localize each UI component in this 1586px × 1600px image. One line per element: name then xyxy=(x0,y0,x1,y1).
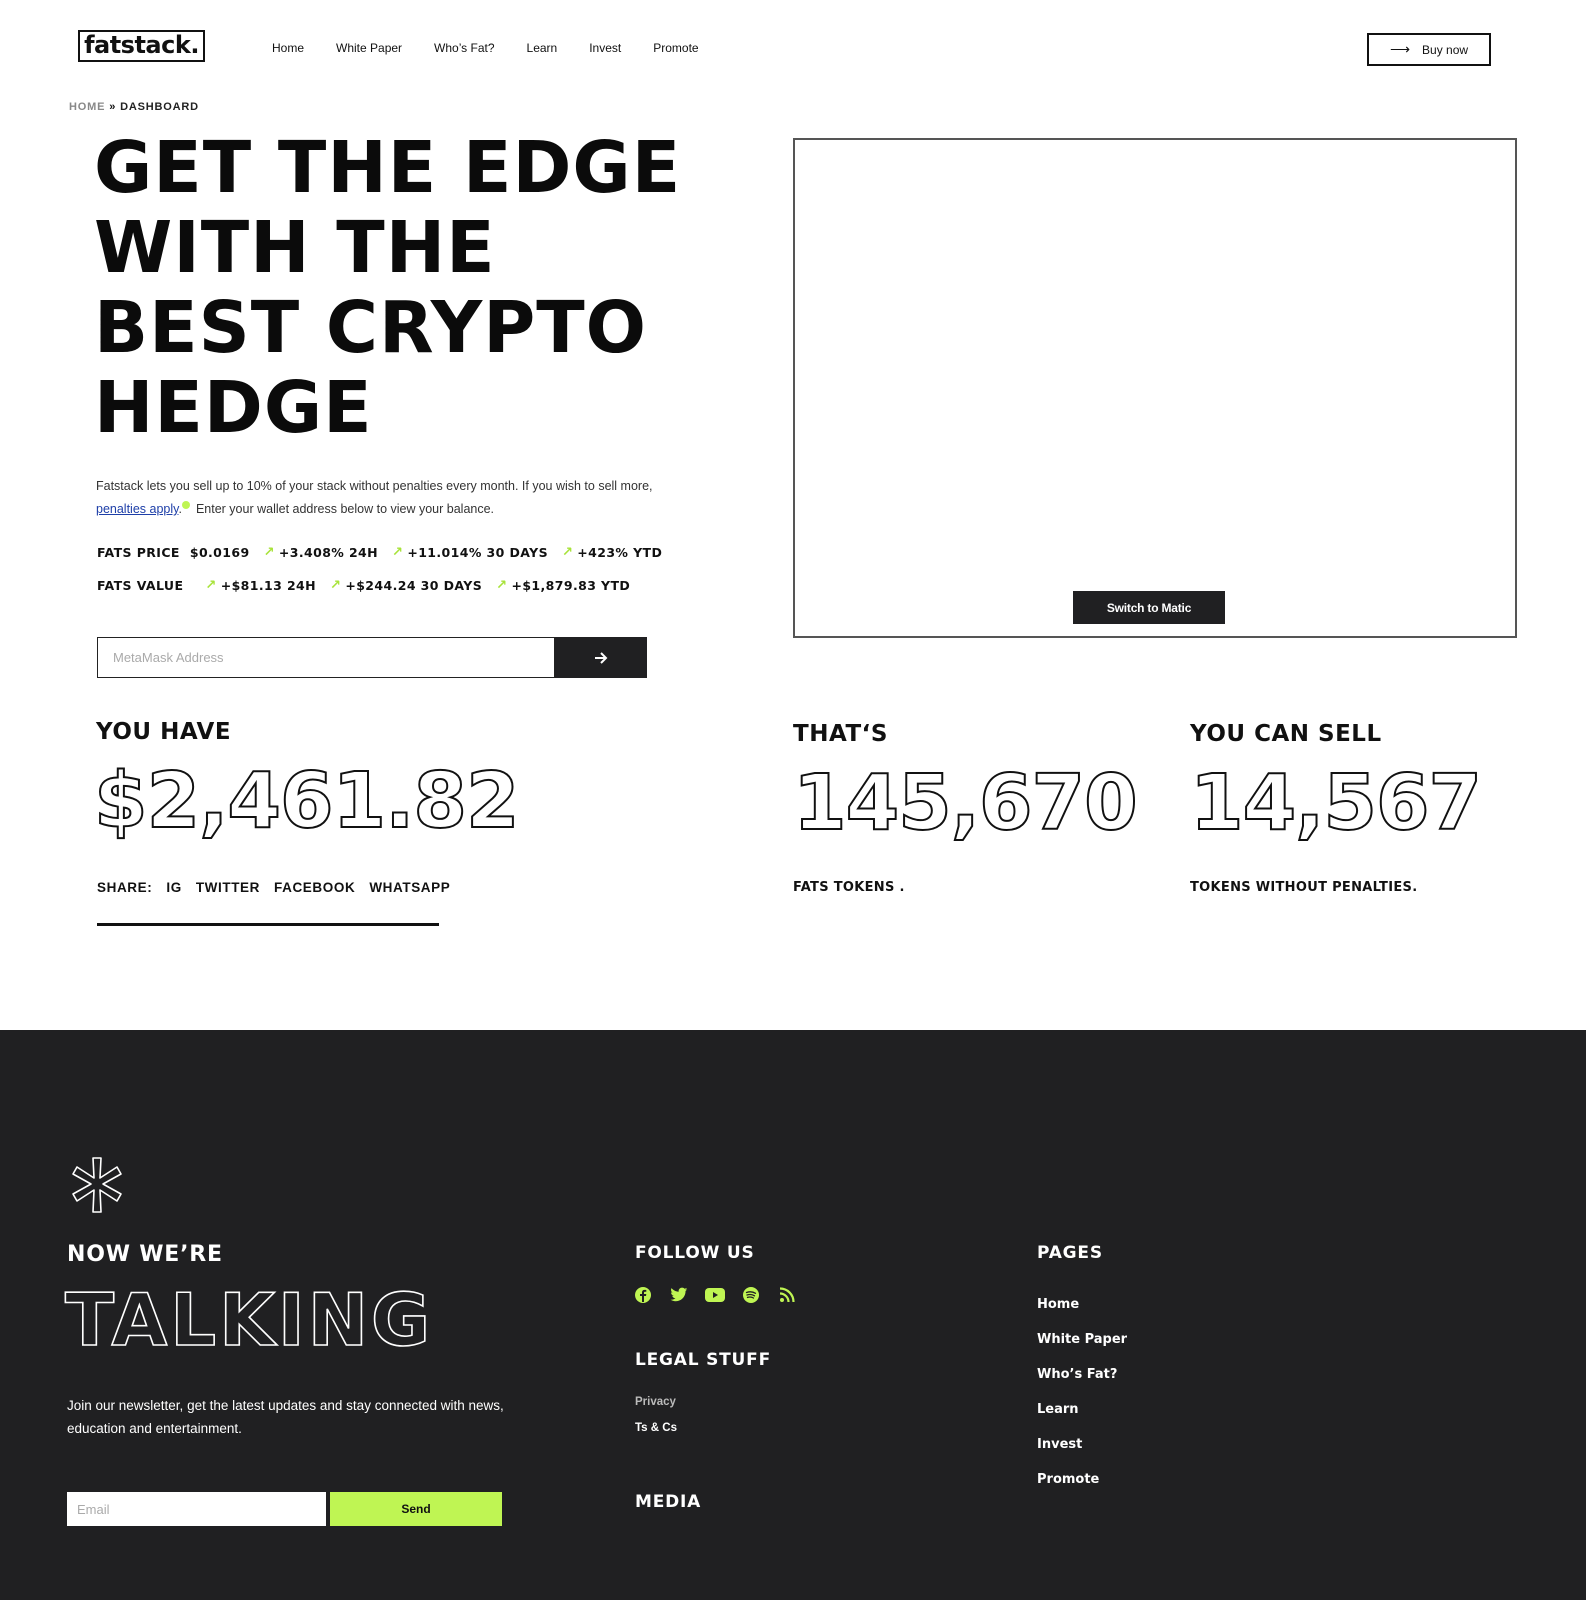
nav-invest[interactable]: Invest xyxy=(589,41,621,55)
footer-link-promote[interactable]: Promote xyxy=(1037,1472,1099,1487)
pages-heading: PAGES xyxy=(1037,1243,1103,1263)
share-facebook-link[interactable]: FACEBOOK xyxy=(274,880,355,895)
footer: NOW WE’RE TALKING Join our newsletter, g… xyxy=(0,1030,1586,1600)
info-dot-icon[interactable] xyxy=(181,501,190,509)
share-bar: SHARE: IG TWITTER FACEBOOK WHATSAPP xyxy=(97,880,464,895)
newsletter-send-button[interactable]: Send xyxy=(330,1492,502,1526)
title-line: WITH THE xyxy=(94,206,496,289)
share-ig-link[interactable]: IG xyxy=(166,880,181,895)
facebook-icon[interactable] xyxy=(633,1285,653,1305)
breadcrumb-current: DASHBOARD xyxy=(120,101,199,113)
buy-now-label: Buy now xyxy=(1422,42,1469,57)
talking-heading: TALKING xyxy=(64,1278,434,1362)
sellable-count: 14,567 xyxy=(1189,758,1483,849)
footer-link-learn[interactable]: Learn xyxy=(1037,1402,1079,1417)
newsletter-email-input[interactable] xyxy=(67,1492,326,1526)
intro-text: Fatstack lets you sell up to 10% of your… xyxy=(96,475,656,521)
nav-whos-fat[interactable]: Who’s Fat? xyxy=(434,41,494,55)
spotify-icon[interactable] xyxy=(741,1285,761,1305)
value-change-ytd: +$1,879.83 YTD xyxy=(511,578,631,593)
nav-white-paper[interactable]: White Paper xyxy=(336,41,402,55)
newsletter-text: Join our newsletter, get the latest upda… xyxy=(67,1398,504,1436)
arrow-up-right-icon: ↗ xyxy=(392,545,404,560)
intro-before-link: Fatstack lets you sell up to 10% of your… xyxy=(96,479,653,493)
metamask-address-input[interactable] xyxy=(97,637,555,678)
value-change-30d: +$244.24 30 DAYS xyxy=(345,578,483,593)
token-count: 145,670 xyxy=(792,758,1139,849)
legal-heading: LEGAL STUFF xyxy=(635,1350,771,1370)
arrow-up-right-icon: ↗ xyxy=(330,578,342,593)
footer-link-whos-fat[interactable]: Who’s Fat? xyxy=(1037,1367,1117,1382)
switch-to-matic-button[interactable]: Switch to Matic xyxy=(1073,591,1225,624)
nav-home[interactable]: Home xyxy=(272,41,304,55)
arrow-right-icon xyxy=(595,651,608,664)
price-change-30d: +11.014% 30 DAYS xyxy=(407,545,548,560)
title-line: HEDGE xyxy=(94,366,373,449)
price-label: FATS PRICE xyxy=(97,545,180,560)
asterisk-icon xyxy=(72,1157,122,1213)
privacy-link[interactable]: Privacy xyxy=(635,1396,676,1408)
breadcrumb: HOME » DASHBOARD xyxy=(69,101,199,113)
arrow-up-right-icon: ↗ xyxy=(496,578,508,593)
now-were-heading: NOW WE’RE xyxy=(67,1242,223,1267)
penalties-link[interactable]: penalties apply xyxy=(96,502,178,516)
you-have-label: YOU HAVE xyxy=(96,719,232,745)
buy-now-button[interactable]: ⟶ Buy now xyxy=(1367,33,1491,66)
you-can-sell-label: YOU CAN SELL xyxy=(1190,721,1382,747)
footer-link-white-paper[interactable]: White Paper xyxy=(1037,1332,1127,1347)
nav-promote[interactable]: Promote xyxy=(653,41,698,55)
share-underline xyxy=(97,923,439,926)
rss-icon[interactable] xyxy=(777,1285,797,1305)
social-links xyxy=(633,1285,813,1305)
value-label: FATS VALUE xyxy=(97,578,184,593)
arrow-right-icon: ⟶ xyxy=(1389,41,1411,57)
swap-widget-frame[interactable] xyxy=(793,138,1517,638)
title-line: BEST CRYPTO xyxy=(94,286,648,369)
value-change-24h: +$81.13 24H xyxy=(220,578,317,593)
media-heading: MEDIA xyxy=(635,1492,702,1512)
terms-link[interactable]: Ts & Cs xyxy=(635,1422,677,1434)
price-change-24h: +3.408% 24H xyxy=(278,545,379,560)
sellable-caption: TOKENS WITHOUT PENALTIES. xyxy=(1190,880,1418,895)
logo[interactable]: fatstack. xyxy=(78,30,205,62)
arrow-up-right-icon: ↗ xyxy=(205,578,217,593)
title-line: GET THE EDGE xyxy=(94,126,682,209)
twitter-icon[interactable] xyxy=(669,1285,689,1305)
price-value: $0.0169 xyxy=(189,545,250,560)
price-stats: FATS PRICE $0.0169 ↗ +3.408% 24H ↗ +11.0… xyxy=(97,545,668,560)
youtube-icon[interactable] xyxy=(705,1285,725,1305)
share-whatsapp-link[interactable]: WHATSAPP xyxy=(369,880,450,895)
main-nav: Home White Paper Who’s Fat? Learn Invest… xyxy=(272,41,731,55)
arrow-up-right-icon: ↗ xyxy=(561,545,574,560)
nav-learn[interactable]: Learn xyxy=(527,41,558,55)
share-label: SHARE: xyxy=(97,880,153,895)
submit-address-button[interactable] xyxy=(555,637,647,678)
follow-us-heading: FOLLOW US xyxy=(635,1243,755,1263)
page-title: GET THE EDGE WITH THE BEST CRYPTO HEDGE xyxy=(94,128,794,448)
breadcrumb-separator: » xyxy=(109,101,117,113)
intro-tail: Enter your wallet address below to view … xyxy=(195,502,495,516)
thats-label: THAT‘S xyxy=(793,721,888,747)
breadcrumb-home[interactable]: HOME xyxy=(69,101,105,113)
arrow-up-right-icon: ↗ xyxy=(263,545,275,560)
token-caption: FATS TOKENS . xyxy=(793,880,905,895)
value-stats: FATS VALUE ↗ +$81.13 24H ↗ +$244.24 30 D… xyxy=(97,578,636,593)
footer-link-invest[interactable]: Invest xyxy=(1037,1437,1082,1452)
price-change-ytd: +423% YTD xyxy=(577,545,663,560)
footer-link-home[interactable]: Home xyxy=(1037,1297,1079,1312)
balance-usd: $2,461.82 xyxy=(93,756,521,847)
share-twitter-link[interactable]: TWITTER xyxy=(196,880,260,895)
